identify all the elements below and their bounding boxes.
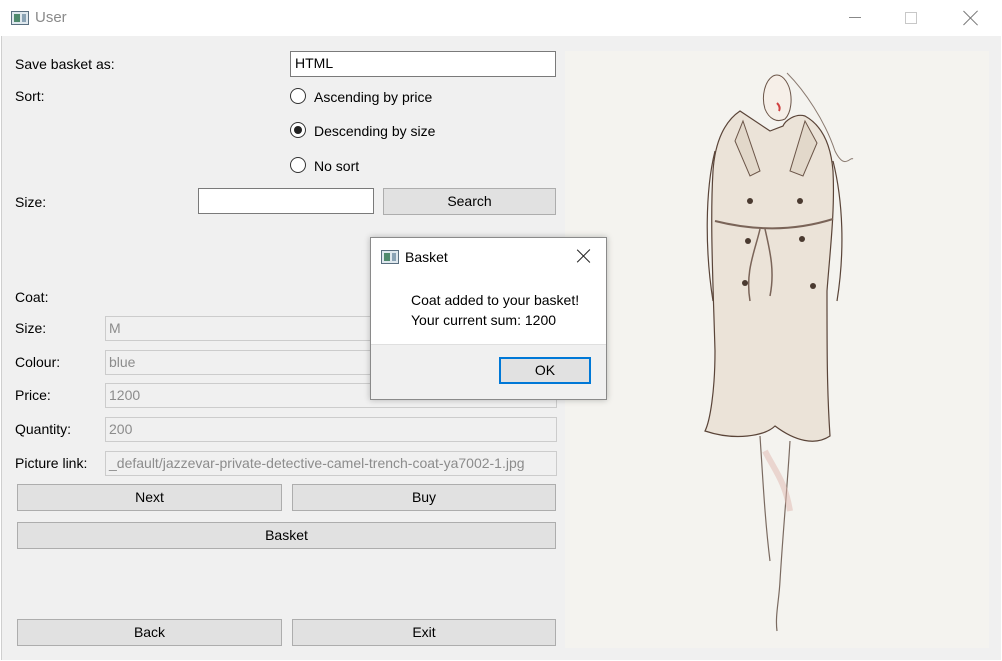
coat-colour-label: Colour:: [15, 354, 61, 370]
picture-link-label: Picture link:: [15, 455, 88, 471]
coat-section-label: Coat:: [15, 289, 49, 305]
coat-size-label: Size:: [15, 320, 47, 336]
dialog-title: Basket: [405, 249, 448, 265]
save-format-input[interactable]: HTML: [290, 51, 556, 77]
trench-coat-illustration: [704, 72, 854, 632]
sort-ascending-radio[interactable]: [290, 88, 306, 104]
sort-ascending-label[interactable]: Ascending by price: [314, 89, 432, 105]
basket-button[interactable]: Basket: [17, 522, 556, 549]
size-search-input[interactable]: [198, 188, 374, 214]
basket-dialog: Basket Coat added to your basket! Your c…: [370, 237, 607, 400]
sort-label: Sort:: [15, 88, 45, 104]
close-icon[interactable]: [576, 248, 592, 264]
sort-none-label[interactable]: No sort: [314, 158, 359, 174]
sort-none-radio[interactable]: [290, 157, 306, 173]
dialog-footer: OK: [371, 344, 606, 399]
dialog-app-icon: [381, 250, 399, 264]
size-search-label: Size:: [15, 194, 47, 210]
buy-button[interactable]: Buy: [292, 484, 556, 511]
coat-price-label: Price:: [15, 387, 51, 403]
close-icon[interactable]: [962, 9, 980, 27]
dialog-message-line1: Coat added to your basket!: [411, 292, 580, 308]
search-button[interactable]: Search: [383, 188, 556, 215]
coat-quantity-label: Quantity:: [15, 421, 72, 437]
maximize-icon[interactable]: [905, 12, 917, 24]
next-button[interactable]: Next: [17, 484, 282, 511]
coat-picture: [565, 51, 989, 648]
window-title: User: [35, 9, 67, 26]
picture-link-field: _default/jazzevar-private-detective-came…: [105, 451, 557, 476]
title-bar: User: [0, 0, 1002, 36]
coat-quantity-field: 200: [105, 417, 557, 442]
sort-descending-label[interactable]: Descending by size: [314, 123, 435, 139]
exit-button[interactable]: Exit: [292, 619, 556, 646]
save-basket-label: Save basket as:: [15, 56, 115, 72]
ok-button[interactable]: OK: [499, 357, 591, 384]
minimize-icon[interactable]: [849, 17, 861, 18]
sort-descending-radio[interactable]: [290, 122, 306, 138]
back-button[interactable]: Back: [17, 619, 282, 646]
app-icon: [11, 11, 29, 25]
dialog-message-line2: Your current sum: 1200: [411, 312, 557, 328]
